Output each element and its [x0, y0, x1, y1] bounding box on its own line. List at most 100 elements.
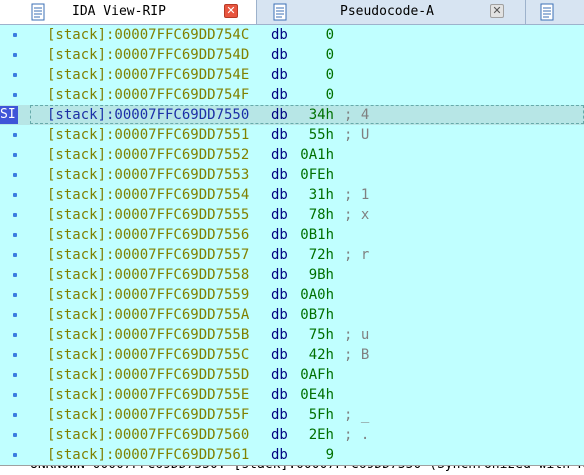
- dot-icon[interactable]: [13, 213, 17, 217]
- dot-icon[interactable]: [13, 193, 17, 197]
- tab-overflow[interactable]: [527, 0, 584, 24]
- mnemonic: db: [271, 387, 288, 403]
- address[interactable]: [stack]:00007FFC69DD7559: [47, 285, 249, 305]
- mnemonic: db: [271, 327, 288, 343]
- dot-icon[interactable]: [13, 93, 17, 97]
- address[interactable]: [stack]:00007FFC69DD7550: [47, 105, 249, 125]
- listing-row[interactable]: [stack]:00007FFC69DD7561 db 9: [0, 445, 584, 465]
- listing-row[interactable]: [stack]:00007FFC69DD754D db 0: [0, 45, 584, 65]
- value: 0A0h: [300, 287, 334, 303]
- listing-row[interactable]: [stack]:00007FFC69DD755C db 42h ; B: [0, 345, 584, 365]
- register-marker[interactable]: SI: [0, 106, 18, 124]
- dot-icon[interactable]: [13, 293, 17, 297]
- address[interactable]: [stack]:00007FFC69DD755E: [47, 385, 249, 405]
- dot-icon[interactable]: [13, 273, 17, 277]
- dot-icon[interactable]: [13, 233, 17, 237]
- listing-row[interactable]: [stack]:00007FFC69DD754F db 0: [0, 85, 584, 105]
- mnemonic: db: [271, 167, 288, 183]
- dot-icon[interactable]: [13, 173, 17, 177]
- mnemonic: db: [271, 247, 288, 263]
- listing-row[interactable]: [stack]:00007FFC69DD755E db 0E4h: [0, 385, 584, 405]
- comment: ; 4: [344, 107, 370, 123]
- comment: ; _: [344, 407, 370, 423]
- listing-row[interactable]: [stack]:00007FFC69DD7554 db 31h ; 1: [0, 185, 584, 205]
- mnemonic: db: [271, 267, 288, 283]
- address[interactable]: [stack]:00007FFC69DD7554: [47, 185, 249, 205]
- listing-row[interactable]: [stack]:00007FFC69DD7551 db 55h ; U: [0, 125, 584, 145]
- dot-icon[interactable]: [13, 53, 17, 57]
- dot-icon[interactable]: [13, 433, 17, 437]
- dot-icon[interactable]: [13, 253, 17, 257]
- listing-row[interactable]: [stack]:00007FFC69DD7555 db 78h ; x: [0, 205, 584, 225]
- value: 0: [325, 87, 334, 103]
- tab-label: Pseudocode-A: [340, 4, 434, 19]
- listing-row[interactable]: [stack]:00007FFC69DD7560 db 2Eh ; .: [0, 425, 584, 445]
- address[interactable]: [stack]:00007FFC69DD7556: [47, 225, 249, 245]
- address[interactable]: [stack]:00007FFC69DD755F: [47, 405, 249, 425]
- mnemonic: db: [271, 227, 288, 243]
- value: 55h: [308, 127, 334, 143]
- dot-icon[interactable]: [13, 373, 17, 377]
- listing-row[interactable]: [stack]:00007FFC69DD755F db 5Fh ; _: [0, 405, 584, 425]
- address[interactable]: [stack]:00007FFC69DD754C: [47, 25, 249, 45]
- dot-icon[interactable]: [13, 73, 17, 77]
- value: 75h: [308, 327, 334, 343]
- address[interactable]: [stack]:00007FFC69DD754D: [47, 45, 249, 65]
- listing-row[interactable]: [stack]:00007FFC69DD755B db 75h ; u: [0, 325, 584, 345]
- listing-row[interactable]: [stack]:00007FFC69DD7557 db 72h ; r: [0, 245, 584, 265]
- address[interactable]: [stack]:00007FFC69DD7557: [47, 245, 249, 265]
- address[interactable]: [stack]:00007FFC69DD7555: [47, 205, 249, 225]
- comment: ; u: [344, 327, 370, 343]
- dot-icon[interactable]: [13, 453, 17, 457]
- address[interactable]: [stack]:00007FFC69DD755A: [47, 305, 249, 325]
- dot-icon[interactable]: [13, 393, 17, 397]
- mnemonic: db: [271, 287, 288, 303]
- dot-icon[interactable]: [13, 133, 17, 137]
- comment: ; .: [344, 427, 370, 443]
- comment: ; B: [344, 347, 370, 363]
- address[interactable]: [stack]:00007FFC69DD7553: [47, 165, 249, 185]
- value: 9: [325, 447, 334, 463]
- listing-row[interactable]: [stack]:00007FFC69DD755A db 0B7h: [0, 305, 584, 325]
- value: 0A1h: [300, 147, 334, 163]
- close-tab-button[interactable]: ✕: [490, 4, 504, 18]
- dot-icon[interactable]: [13, 33, 17, 37]
- address[interactable]: [stack]:00007FFC69DD755D: [47, 365, 249, 385]
- listing-row[interactable]: [stack]:00007FFC69DD7559 db 0A0h: [0, 285, 584, 305]
- dot-icon[interactable]: [13, 333, 17, 337]
- address[interactable]: [stack]:00007FFC69DD7552: [47, 145, 249, 165]
- address[interactable]: [stack]:00007FFC69DD7551: [47, 125, 249, 145]
- listing-row[interactable]: [stack]:00007FFC69DD7552 db 0A1h: [0, 145, 584, 165]
- current-listing-row[interactable]: SI [stack]:00007FFC69DD7550 db 34h ; 4: [0, 105, 584, 125]
- address[interactable]: [stack]:00007FFC69DD7560: [47, 425, 249, 445]
- dot-icon[interactable]: [13, 313, 17, 317]
- value: 0: [325, 67, 334, 83]
- address[interactable]: [stack]:00007FFC69DD7558: [47, 265, 249, 285]
- disassembly-listing[interactable]: [stack]:00007FFC69DD754C db 0 [stack]:00007…: [0, 25, 584, 465]
- tab-ida-view-rip[interactable]: IDA View-RIP ✕: [0, 0, 257, 24]
- dot-icon[interactable]: [13, 413, 17, 417]
- address[interactable]: [stack]:00007FFC69DD7561: [47, 445, 249, 465]
- listing-row[interactable]: [stack]:00007FFC69DD754C db 0: [0, 25, 584, 45]
- listing-row[interactable]: [stack]:00007FFC69DD7558 db 9Bh: [0, 265, 584, 285]
- mnemonic: db: [271, 67, 288, 83]
- address[interactable]: [stack]:00007FFC69DD755B: [47, 325, 249, 345]
- close-tab-button[interactable]: ✕: [224, 4, 238, 18]
- value: 0: [325, 47, 334, 63]
- listing-row[interactable]: [stack]:00007FFC69DD7556 db 0B1h: [0, 225, 584, 245]
- comment: ; U: [344, 127, 370, 143]
- address[interactable]: [stack]:00007FFC69DD754F: [47, 85, 249, 105]
- listing-row[interactable]: [stack]:00007FFC69DD7553 db 0FEh: [0, 165, 584, 185]
- address[interactable]: [stack]:00007FFC69DD754E: [47, 65, 249, 85]
- listing-row[interactable]: [stack]:00007FFC69DD754E db 0: [0, 65, 584, 85]
- mnemonic: db: [271, 207, 288, 223]
- document-icon: [31, 3, 45, 21]
- dot-icon[interactable]: [13, 153, 17, 157]
- value: 2Eh: [308, 427, 334, 443]
- tab-bar: IDA View-RIP ✕ Pseudocode-A ✕: [0, 0, 584, 25]
- dot-icon[interactable]: [13, 353, 17, 357]
- value: 72h: [308, 247, 334, 263]
- listing-row[interactable]: [stack]:00007FFC69DD755D db 0AFh: [0, 365, 584, 385]
- address[interactable]: [stack]:00007FFC69DD755C: [47, 345, 249, 365]
- tab-pseudocode-a[interactable]: Pseudocode-A ✕: [258, 0, 526, 24]
